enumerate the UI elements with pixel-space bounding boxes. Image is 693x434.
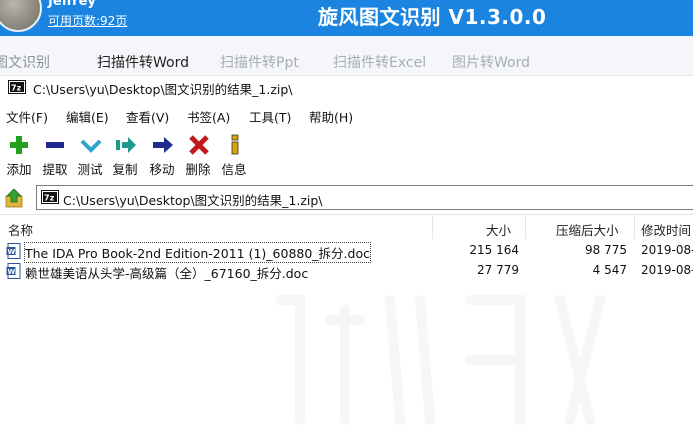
address-text: C:\Users\yu\Desktop\图文识别的结果_1.zip\	[63, 193, 323, 208]
column-separator[interactable]	[634, 215, 635, 239]
tab-scan-to-excel[interactable]: 扫描件转Excel	[333, 52, 426, 72]
copy-label: 复制	[112, 162, 138, 177]
word-doc-icon: W	[6, 263, 21, 279]
menu-bookmarks[interactable]: 书签(A)	[187, 107, 230, 126]
test-button[interactable]: 测试	[73, 132, 107, 178]
delete-button[interactable]: 删除	[181, 132, 215, 178]
test-label: 测试	[77, 162, 103, 177]
column-separator[interactable]	[525, 215, 526, 239]
7zip-icon: 7z	[41, 190, 59, 204]
menu-file[interactable]: 文件(F)	[6, 107, 48, 126]
file-size: 215 164	[469, 243, 519, 257]
svg-text:7z: 7z	[11, 84, 22, 93]
info-button[interactable]: 信息	[217, 132, 251, 178]
extract-button[interactable]: 提取	[38, 132, 72, 178]
info-icon	[231, 134, 239, 155]
delete-label: 删除	[185, 162, 211, 177]
add-button[interactable]: 添加	[2, 132, 36, 178]
file-size: 27 779	[477, 263, 519, 277]
file-modified: 2019-08-	[641, 243, 693, 257]
extract-label: 提取	[42, 162, 68, 177]
tab-scan-to-ppt[interactable]: 扫描件转Ppt	[220, 52, 299, 72]
file-row[interactable]: W The IDA Pro Book-2nd Edition-2011 (1)_…	[0, 241, 693, 263]
menu-tools[interactable]: 工具(T)	[249, 107, 291, 126]
file-packed-size: 98 775	[585, 243, 627, 257]
menu-edit[interactable]: 编辑(E)	[66, 107, 109, 126]
feature-tabs: 图文识别 扫描件转Word 扫描件转Ppt 扫描件转Excel 图片转Word	[0, 36, 693, 76]
extract-icon	[46, 142, 64, 148]
menu-bar: 文件(F) 编辑(E) 查看(V) 书签(A) 工具(T) 帮助(H)	[0, 104, 693, 126]
copy-button[interactable]: 复制	[108, 132, 142, 178]
app-banner: Jeffrey 可用页数:92页 旋风图文识别 V1.3.0.0	[0, 0, 693, 36]
test-icon	[80, 139, 102, 153]
file-row[interactable]: W 赖世雄美语从头学-高级篇（全）_67160_拆分.doc 27 779 4 …	[0, 261, 693, 281]
address-field[interactable]: 7z C:\Users\yu\Desktop\图文识别的结果_1.zip\	[36, 185, 693, 210]
move-button[interactable]: 移动	[145, 132, 179, 178]
svg-text:W: W	[8, 268, 16, 276]
svg-text:7z: 7z	[44, 194, 55, 203]
file-packed-size: 4 547	[592, 263, 627, 277]
info-label: 信息	[221, 162, 247, 177]
tab-image-ocr[interactable]: 图文识别	[0, 52, 50, 72]
move-label: 移动	[149, 162, 175, 177]
toolbar: 添加 提取 测试 复制 移动 删除 信息	[0, 132, 693, 180]
delete-icon	[189, 135, 209, 155]
file-name: 赖世雄美语从头学-高级篇（全）_67160_拆分.doc	[25, 266, 309, 281]
folder-up-icon[interactable]	[5, 188, 25, 208]
menu-help[interactable]: 帮助(H)	[309, 107, 353, 126]
move-icon	[153, 137, 173, 153]
svg-text:W: W	[8, 248, 16, 256]
file-list: 名称 大小 压缩后大小 修改时间 W The IDA Pro Book-2nd …	[0, 214, 693, 434]
word-doc-icon: W	[6, 243, 21, 259]
file-modified: 2019-08-	[641, 263, 693, 277]
address-bar: 7z C:\Users\yu\Desktop\图文识别的结果_1.zip\	[0, 184, 693, 212]
avatar[interactable]	[0, 0, 42, 32]
tab-image-to-word[interactable]: 图片转Word	[452, 52, 530, 72]
window-titlebar: 7z C:\Users\yu\Desktop\图文识别的结果_1.zip\	[0, 76, 693, 98]
column-separator[interactable]	[432, 215, 433, 239]
available-pages-link[interactable]: 可用页数:92页	[48, 12, 127, 29]
copy-icon	[116, 137, 136, 153]
add-icon	[10, 136, 28, 154]
7zip-icon: 7z	[8, 80, 26, 94]
app-root: Jeffrey 可用页数:92页 旋风图文识别 V1.3.0.0 图文识别 扫描…	[0, 0, 693, 434]
app-title: 旋风图文识别 V1.3.0.0	[318, 5, 547, 29]
add-label: 添加	[6, 162, 32, 177]
username: Jeffrey	[48, 0, 96, 9]
window-title-path: C:\Users\yu\Desktop\图文识别的结果_1.zip\	[33, 82, 293, 97]
archive-window: 7z C:\Users\yu\Desktop\图文识别的结果_1.zip\ 文件…	[0, 76, 693, 434]
menu-view[interactable]: 查看(V)	[126, 107, 169, 126]
file-name: The IDA Pro Book-2nd Edition-2011 (1)_60…	[24, 242, 371, 263]
tab-scan-to-word[interactable]: 扫描件转Word	[97, 52, 189, 72]
